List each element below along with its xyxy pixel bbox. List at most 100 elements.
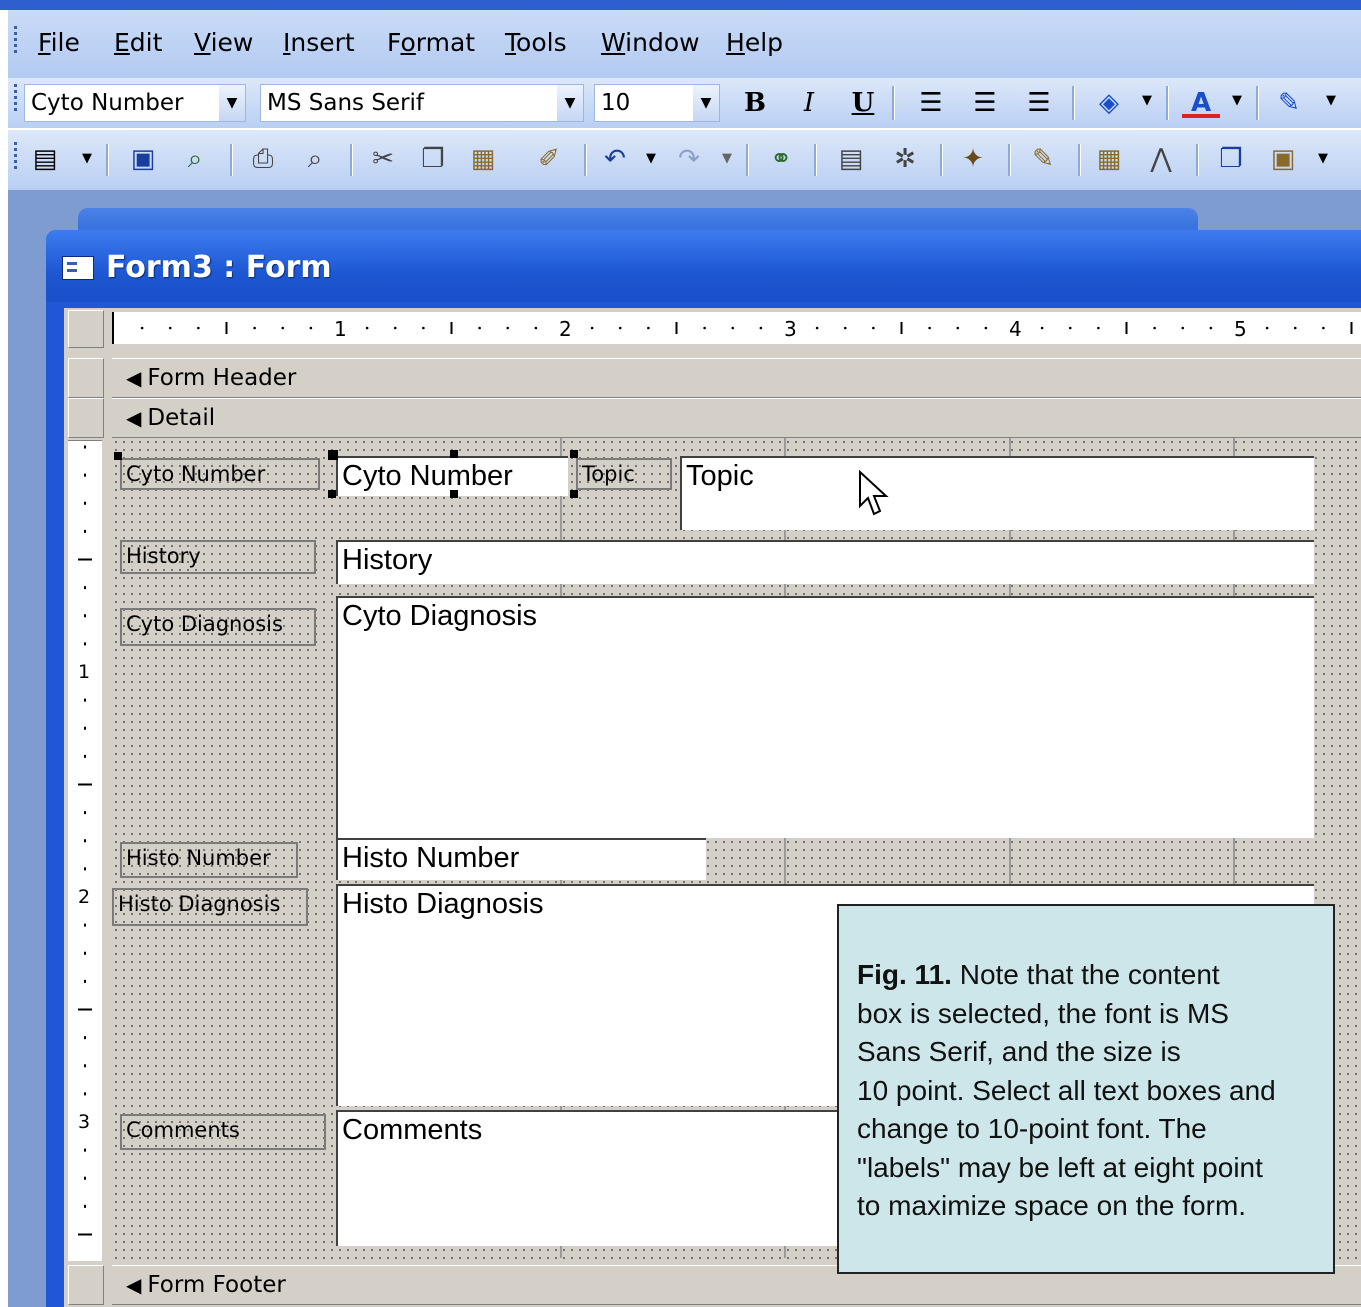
object-combo[interactable]: Cyto Number ▼ bbox=[24, 84, 246, 122]
autoformat-icon[interactable]: ✦ bbox=[956, 142, 990, 176]
ruler-corner[interactable] bbox=[68, 310, 104, 348]
build-icon[interactable]: ⋀ bbox=[1144, 142, 1178, 176]
caption-fig-label: Fig. 11. bbox=[857, 959, 952, 990]
topic-label[interactable]: Topic bbox=[576, 458, 672, 490]
cyto-diagnosis-label[interactable]: Cyto Diagnosis bbox=[120, 608, 316, 646]
ruler-dot bbox=[872, 326, 875, 330]
form-header-bar[interactable]: ◀ Form Header bbox=[112, 358, 1361, 398]
chevron-down-icon[interactable]: ▼ bbox=[720, 142, 734, 176]
chevron-down-icon[interactable]: ▼ bbox=[80, 142, 94, 176]
toolbar-grip[interactable] bbox=[14, 142, 17, 172]
ruler-dot bbox=[1322, 326, 1325, 330]
align-right-icon[interactable]: ☰ bbox=[1020, 84, 1058, 122]
caption-text: Note that the content bbox=[951, 959, 1220, 990]
histo-number-label[interactable]: Histo Number bbox=[120, 842, 298, 878]
paste-icon[interactable]: ▦ bbox=[466, 142, 500, 176]
toolbar-separator bbox=[1166, 86, 1169, 120]
ruler-dot bbox=[1181, 326, 1185, 330]
form-footer-label: Form Footer bbox=[147, 1272, 286, 1298]
menu-edit[interactable]: Edit bbox=[114, 28, 162, 57]
selection-handle[interactable] bbox=[450, 490, 458, 498]
form-view-icon[interactable]: ▤ bbox=[28, 142, 62, 176]
hyperlink-icon[interactable]: ⚭ bbox=[764, 142, 798, 176]
redo-icon[interactable]: ↷ bbox=[672, 142, 706, 176]
ruler-dot bbox=[422, 326, 425, 330]
file-search-icon[interactable]: ⌕ bbox=[178, 142, 212, 176]
caption-line: 10 point. Select all text boxes and bbox=[857, 1074, 1276, 1106]
history-textbox[interactable]: History bbox=[336, 540, 1314, 584]
toolbar-separator bbox=[746, 144, 749, 176]
header-section-selector[interactable] bbox=[68, 358, 104, 398]
copy-icon[interactable]: ❐ bbox=[416, 142, 450, 176]
histo-diagnosis-label[interactable]: Histo Diagnosis bbox=[112, 888, 308, 926]
toolbox-icon[interactable]: ✲ bbox=[888, 142, 922, 176]
save-icon[interactable]: ▣ bbox=[126, 142, 160, 176]
ruler-dot bbox=[478, 326, 481, 330]
history-label[interactable]: History bbox=[120, 540, 316, 574]
detail-bar[interactable]: ◀ Detail bbox=[112, 398, 1361, 438]
bold-button[interactable]: B bbox=[736, 84, 774, 122]
selection-handle[interactable] bbox=[450, 450, 458, 458]
ruler-dot bbox=[1097, 326, 1100, 330]
ruler-number: 5 bbox=[1234, 317, 1247, 341]
chevron-down-icon[interactable]: ▼ bbox=[644, 142, 658, 176]
chevron-down-icon[interactable]: ▼ bbox=[1316, 142, 1330, 176]
align-left-icon[interactable]: ☰ bbox=[912, 84, 950, 122]
comments-label[interactable]: Comments bbox=[120, 1114, 326, 1150]
new-object-icon[interactable]: ▣ bbox=[1266, 142, 1300, 176]
cut-icon[interactable]: ✂ bbox=[366, 142, 400, 176]
menu-help[interactable]: Help bbox=[726, 28, 783, 57]
properties-icon[interactable]: ▦ bbox=[1092, 142, 1126, 176]
selection-handle[interactable] bbox=[328, 450, 338, 460]
italic-button[interactable]: I bbox=[790, 84, 828, 122]
chevron-down-icon[interactable]: ▼ bbox=[1230, 84, 1244, 118]
align-center-icon[interactable]: ☰ bbox=[966, 84, 1004, 122]
chevron-down-icon[interactable]: ▼ bbox=[693, 85, 719, 121]
print-icon[interactable]: ⎙ bbox=[246, 142, 280, 176]
form-title-bar[interactable]: Form3 : Form bbox=[46, 230, 1361, 302]
topic-textbox[interactable]: Topic bbox=[680, 456, 1314, 530]
figure-caption-callout: Fig. 11. Note that the content box is se… bbox=[837, 904, 1335, 1274]
underline-button[interactable]: U bbox=[844, 84, 882, 122]
selection-handle[interactable] bbox=[328, 490, 336, 498]
line-color-icon[interactable]: ✎ bbox=[1270, 84, 1308, 122]
selection-handle[interactable] bbox=[570, 490, 578, 498]
font-combo[interactable]: MS Sans Serif ▼ bbox=[260, 84, 584, 122]
menu-tools[interactable]: Tools bbox=[505, 28, 567, 57]
chevron-down-icon[interactable]: ▼ bbox=[219, 85, 245, 121]
ruler-dot bbox=[393, 326, 397, 330]
menu-window[interactable]: Window bbox=[601, 28, 700, 57]
chevron-down-icon[interactable]: ▼ bbox=[1324, 84, 1338, 118]
field-list-icon[interactable]: ▤ bbox=[834, 142, 868, 176]
font-size-combo[interactable]: 10 ▼ bbox=[594, 84, 720, 122]
detail-section-selector[interactable] bbox=[68, 398, 104, 438]
menu-file[interactable]: File bbox=[38, 28, 80, 57]
format-painter-icon[interactable]: ✐ bbox=[532, 142, 566, 176]
database-window-icon[interactable]: ❐ bbox=[1214, 142, 1248, 176]
ruler-dot bbox=[590, 326, 594, 330]
caption-line: Fig. 11. Note that the content bbox=[857, 956, 1333, 995]
menu-view[interactable]: View bbox=[194, 28, 253, 57]
code-icon[interactable]: ✎ bbox=[1026, 142, 1060, 176]
fill-color-icon[interactable]: ◈ bbox=[1090, 84, 1128, 122]
top-strip bbox=[0, 0, 1361, 10]
cyto-diagnosis-textbox[interactable]: Cyto Diagnosis bbox=[336, 596, 1314, 838]
move-handle[interactable] bbox=[114, 452, 122, 460]
footer-section-selector[interactable] bbox=[68, 1265, 104, 1305]
ruler-number: 4 bbox=[1009, 317, 1022, 341]
menu-format[interactable]: Format bbox=[387, 28, 475, 57]
selection-handle[interactable] bbox=[570, 450, 578, 458]
print-preview-icon[interactable]: ⌕ bbox=[298, 142, 332, 176]
chevron-down-icon[interactable]: ▼ bbox=[557, 85, 583, 121]
cyto-number-label[interactable]: Cyto Number bbox=[120, 458, 320, 490]
undo-icon[interactable]: ↶ bbox=[598, 142, 632, 176]
chevron-down-icon[interactable]: ▼ bbox=[1140, 84, 1154, 118]
toolbar-grip[interactable] bbox=[14, 84, 17, 114]
toolbar-separator bbox=[1008, 144, 1011, 176]
ruler-dot bbox=[703, 326, 706, 330]
caption-line: Sans Serif, and the size is bbox=[857, 1036, 1181, 1067]
histo-number-textbox[interactable]: Histo Number bbox=[336, 838, 706, 880]
font-color-icon[interactable]: A bbox=[1182, 84, 1220, 118]
menu-insert[interactable]: Insert bbox=[283, 28, 355, 57]
menu-grip[interactable] bbox=[14, 26, 17, 56]
